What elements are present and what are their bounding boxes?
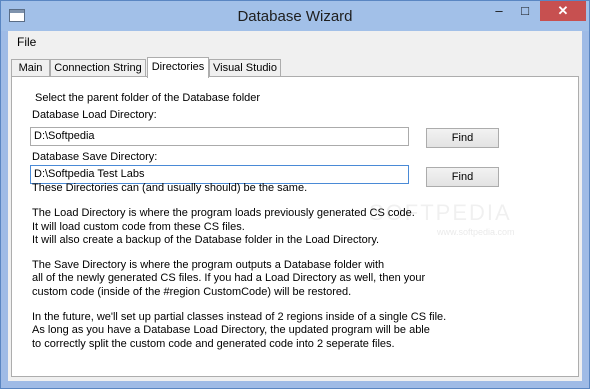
tab-connection-string[interactable]: Connection String [50, 59, 146, 76]
close-button[interactable]: ✕ [540, 1, 586, 21]
info-paragraph: The Save Directory is where the program … [32, 259, 426, 298]
title-bar[interactable]: Database Wizard – □ ✕ [1, 1, 589, 31]
info-text-block: These Directories can (and usually shoul… [32, 182, 562, 363]
maximize-button[interactable]: □ [512, 1, 538, 21]
tab-visual-studio[interactable]: Visual Studio [209, 59, 281, 76]
tab-directories[interactable]: Directories [147, 57, 209, 78]
info-paragraph: These Directories can (and usually shoul… [32, 182, 308, 194]
find-load-button[interactable]: Find [426, 128, 499, 148]
save-directory-label: Database Save Directory: [32, 151, 158, 163]
info-paragraph: The Load Directory is where the program … [32, 207, 415, 246]
app-window: Database Wizard – □ ✕ File Main Connecti… [0, 0, 590, 389]
menu-bar: File [8, 31, 582, 53]
load-directory-label: Database Load Directory: [32, 109, 157, 121]
minimize-button[interactable]: – [486, 1, 512, 21]
tab-main[interactable]: Main [11, 59, 50, 76]
directories-panel: Select the parent folder of the Database… [11, 76, 579, 377]
client-area: File Main Connection String Directories … [8, 31, 582, 381]
menu-file[interactable]: File [17, 35, 36, 49]
tab-strip: Main Connection String Directories Visua… [11, 57, 571, 78]
instruction-text: Select the parent folder of the Database… [35, 92, 261, 104]
info-paragraph: In the future, we'll set up partial clas… [32, 311, 447, 350]
load-directory-input[interactable]: D:\Softpedia [30, 127, 409, 146]
